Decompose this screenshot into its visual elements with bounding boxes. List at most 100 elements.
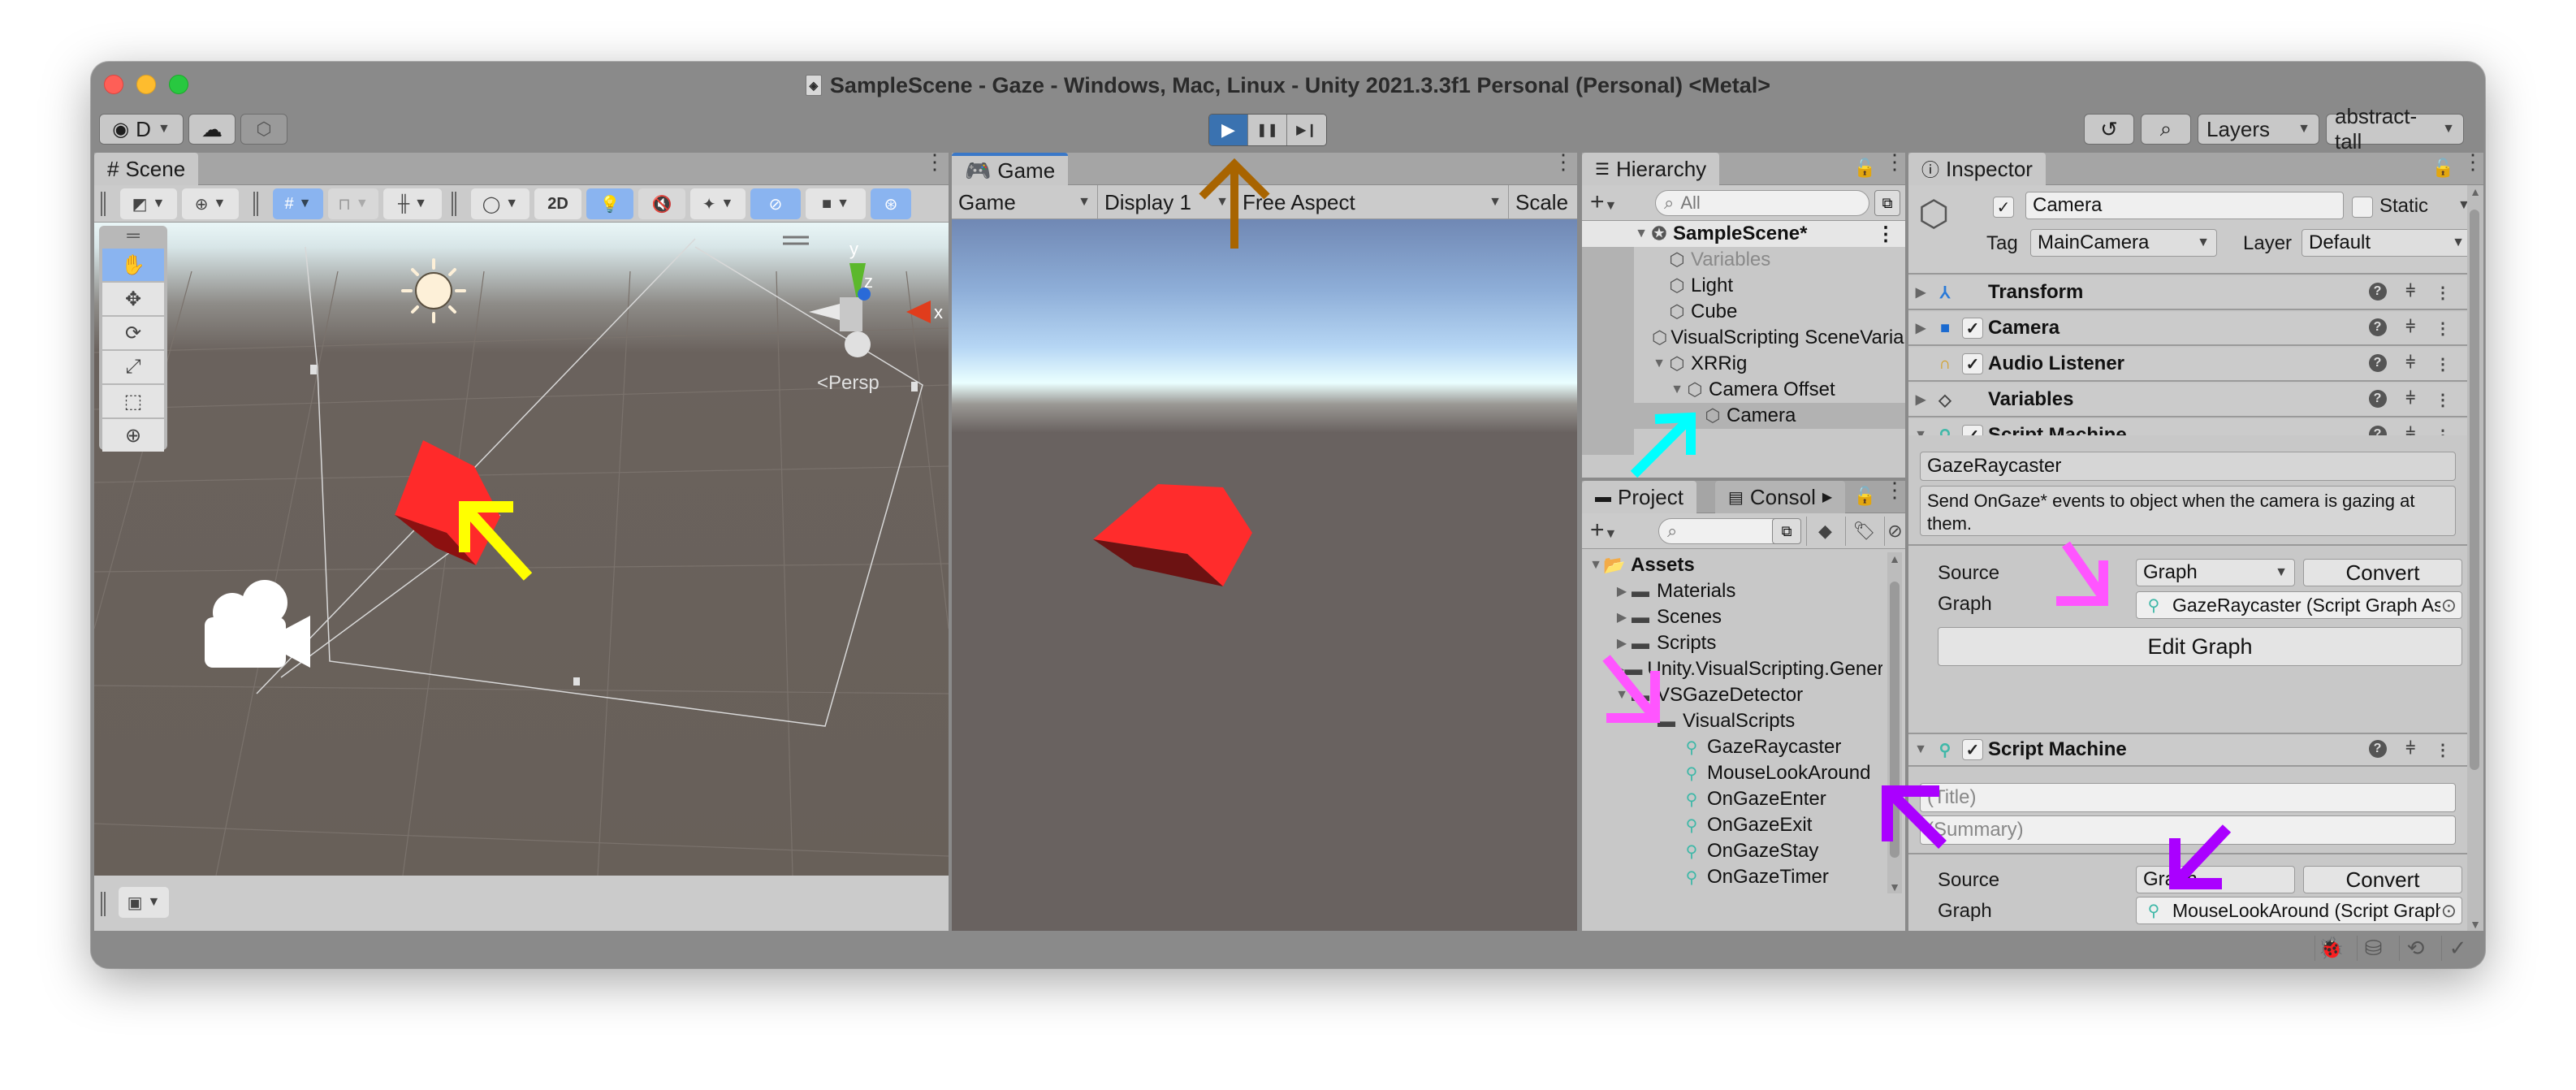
graph-title-input[interactable]: GazeRaycaster — [1920, 452, 2456, 481]
game-more-icon[interactable]: ⋮ — [1553, 151, 1574, 172]
project-folder-item[interactable]: ▶ ▬ Scripts — [1582, 630, 1882, 656]
hierarchy-item[interactable]: ⬡ Variables — [1582, 247, 1905, 273]
lighting-toggle[interactable]: 💡 — [586, 188, 633, 219]
scene-more-icon[interactable]: ⋮ — [924, 151, 945, 172]
project-scroll-thumb[interactable] — [1890, 582, 1900, 858]
close-window-button[interactable] — [104, 75, 123, 94]
scroll-up-icon[interactable]: ▲ — [1887, 552, 1902, 565]
project-asset-item[interactable]: ⚲ OnGazeStay — [1582, 838, 1882, 864]
project-folder-item[interactable]: ▶ ▬ Materials — [1582, 578, 1882, 604]
presets-icon[interactable]: ⫩ — [2406, 283, 2415, 303]
sun-light-icon[interactable] — [401, 258, 466, 323]
scale-tool-button[interactable]: ⤢ — [102, 351, 164, 383]
increment-snap-toggle[interactable]: ⊓ ▼ — [328, 188, 378, 219]
source-dropdown[interactable]: Graph ▼ — [2136, 559, 2295, 586]
expand-arrow-icon[interactable]: ▼ — [1614, 688, 1629, 703]
component-enabled-checkbox[interactable]: ✓ — [1962, 318, 1983, 339]
project-scrollbar[interactable]: ▲ ▼ — [1887, 552, 1902, 893]
aspect-dropdown[interactable]: Free Aspect ▼ — [1236, 185, 1509, 219]
visibility-toggle[interactable]: ⊘ — [750, 188, 801, 219]
project-asset-item[interactable]: ⚲ OnGazeEnter — [1582, 786, 1882, 812]
help-icon[interactable]: ? — [2368, 389, 2387, 408]
tab-overflow-icon[interactable]: ▶ — [1822, 489, 1832, 505]
object-picker-icon[interactable]: ⊙ — [2441, 900, 2457, 922]
tab-inspector[interactable]: ⓘ Inspector — [1908, 153, 2046, 185]
filter-by-type-button[interactable]: ◆ — [1806, 517, 1843, 546]
graph-object-field-2[interactable]: ⚲ MouseLookAround (Script Graph Asset) ⊙ — [2136, 897, 2462, 924]
layers-dropdown[interactable]: Layers ▼ — [2198, 114, 2319, 145]
scene-view-settings-dropdown[interactable]: ▣ ▼ — [119, 887, 169, 918]
move-tool-button[interactable]: ✥ — [102, 283, 164, 315]
component-enabled-checkbox[interactable]: ✓ — [1962, 739, 1983, 760]
project-folder-item[interactable]: ▶ ▬ Scenes — [1582, 604, 1882, 630]
component-more-icon[interactable]: ⋮ — [2435, 283, 2451, 303]
expand-arrow-icon[interactable]: ▶ — [1908, 391, 1933, 408]
undo-history-button[interactable]: ↺ — [2084, 114, 2134, 145]
help-icon[interactable]: ? — [2368, 739, 2387, 758]
scene-viewport[interactable]: y z x ═ ✋ ✥ ⟳ ⤢ ⬚ ⊕ <Persp — [94, 223, 949, 876]
inspector-scroll-thumb[interactable] — [2470, 210, 2479, 770]
global-local-dropdown[interactable]: ⊕ ▼ — [182, 188, 239, 219]
minimize-window-button[interactable] — [136, 75, 156, 94]
display-dropdown[interactable]: Display 1 ▼ — [1098, 185, 1236, 219]
component-enabled-checkbox[interactable]: ✓ — [1962, 353, 1983, 374]
convert-button-2[interactable]: Convert — [2303, 866, 2462, 893]
overlay-handle-icon[interactable] — [783, 236, 809, 245]
project-folder-item[interactable]: ▼ ▬ VSGazeDetector — [1582, 682, 1882, 708]
frustum-handle[interactable] — [573, 677, 580, 686]
help-icon[interactable]: ? — [2368, 282, 2387, 301]
zoom-window-button[interactable] — [169, 75, 188, 94]
project-folder-item[interactable]: ▬ VisualScripts — [1582, 708, 1882, 734]
hidden-packages-button[interactable]: ⊘ — [1884, 517, 1905, 546]
tab-console[interactable]: ▤ Consol ▶ — [1715, 481, 1846, 513]
camera-gizmo-icon[interactable] — [205, 580, 310, 668]
toggle-2d-button[interactable]: 2D — [534, 188, 581, 219]
graph-summary-input[interactable]: Send OnGaze* events to object when the c… — [1920, 486, 2456, 536]
progress-check-icon[interactable]: ✓ — [2441, 936, 2474, 961]
scene-cube[interactable] — [395, 440, 500, 565]
lock-icon[interactable]: 🔓 — [1854, 486, 1876, 507]
frustum-handle[interactable] — [911, 382, 918, 391]
help-icon[interactable]: ? — [2368, 353, 2387, 372]
shading-mode-dropdown[interactable]: ◯ ▼ — [471, 188, 529, 219]
expand-arrow-icon[interactable]: ▶ — [1614, 635, 1629, 651]
debug-off-icon[interactable]: 🐞 — [2315, 936, 2347, 961]
tag-dropdown[interactable]: MainCamera ▼ — [2030, 229, 2217, 257]
scroll-down-icon[interactable]: ▼ — [1887, 880, 1902, 893]
draw-mode-dropdown[interactable]: ◩ ▼ — [120, 188, 177, 219]
hierarchy-item[interactable]: ⬡ Camera — [1582, 403, 1905, 429]
project-asset-item[interactable]: ⚲ OnGazeTimer — [1582, 864, 1882, 890]
expand-arrow-icon[interactable]: ▶ — [1614, 609, 1629, 625]
tab-game[interactable]: 🎮 Game — [952, 153, 1069, 185]
layer-dropdown[interactable]: Default ▼ — [2302, 229, 2472, 257]
hierarchy-item[interactable]: ⬡VisualScripting SceneVariables — [1582, 325, 1905, 351]
hierarchy-item[interactable]: ⬡ Light — [1582, 273, 1905, 299]
hierarchy-more-icon[interactable]: ⋮ — [1884, 151, 1905, 172]
lock-icon[interactable]: 🔓 — [1854, 158, 1876, 179]
hierarchy-item[interactable]: ▼ ⬡ XRRig — [1582, 351, 1905, 377]
hierarchy-search-input[interactable]: ⌕ All — [1655, 190, 1869, 216]
hand-tool-button[interactable]: ✋ — [102, 249, 164, 281]
project-root-assets[interactable]: ▼ 📂 Assets — [1582, 552, 1882, 578]
search-button[interactable]: ⌕ — [2141, 114, 2191, 145]
expand-arrow-icon[interactable]: ▼ — [1588, 558, 1603, 573]
game-mode-dropdown[interactable]: Game ▼ — [952, 185, 1098, 219]
component-more-icon[interactable]: ⋮ — [2435, 354, 2451, 374]
gizmos-toggle[interactable]: ⊛ — [871, 188, 911, 219]
presets-icon[interactable]: ⫩ — [2406, 390, 2415, 410]
component-camera[interactable]: ▶ ■ ✓ Camera? ⫩ ⋮ — [1908, 312, 2467, 346]
transform-tool-button[interactable]: ⊕ — [102, 419, 164, 452]
expand-arrow-icon[interactable]: ▼ — [1670, 383, 1684, 397]
expand-arrow-icon[interactable]: ▶ — [1908, 284, 1933, 301]
account-dropdown[interactable]: ◉ D ▼ — [99, 114, 184, 145]
expand-arrow-icon[interactable]: ▼ — [1652, 357, 1666, 371]
grid-snap-toggle[interactable]: # ▼ — [273, 188, 323, 219]
cloud-button[interactable]: ☁ — [188, 114, 236, 145]
toolbar-grip-icon[interactable] — [253, 192, 258, 216]
game-viewport[interactable] — [952, 219, 1577, 931]
search-mode-button[interactable]: ⧉ — [1772, 518, 1801, 544]
expand-arrow-icon[interactable]: ▶ — [1908, 320, 1933, 336]
active-checkbox[interactable]: ✓ — [1993, 197, 2014, 218]
graph-title-input-2[interactable]: (Title) — [1920, 783, 2456, 812]
component-variables[interactable]: ▶ ◇ Variables? ⫩ ⋮ — [1908, 383, 2467, 417]
